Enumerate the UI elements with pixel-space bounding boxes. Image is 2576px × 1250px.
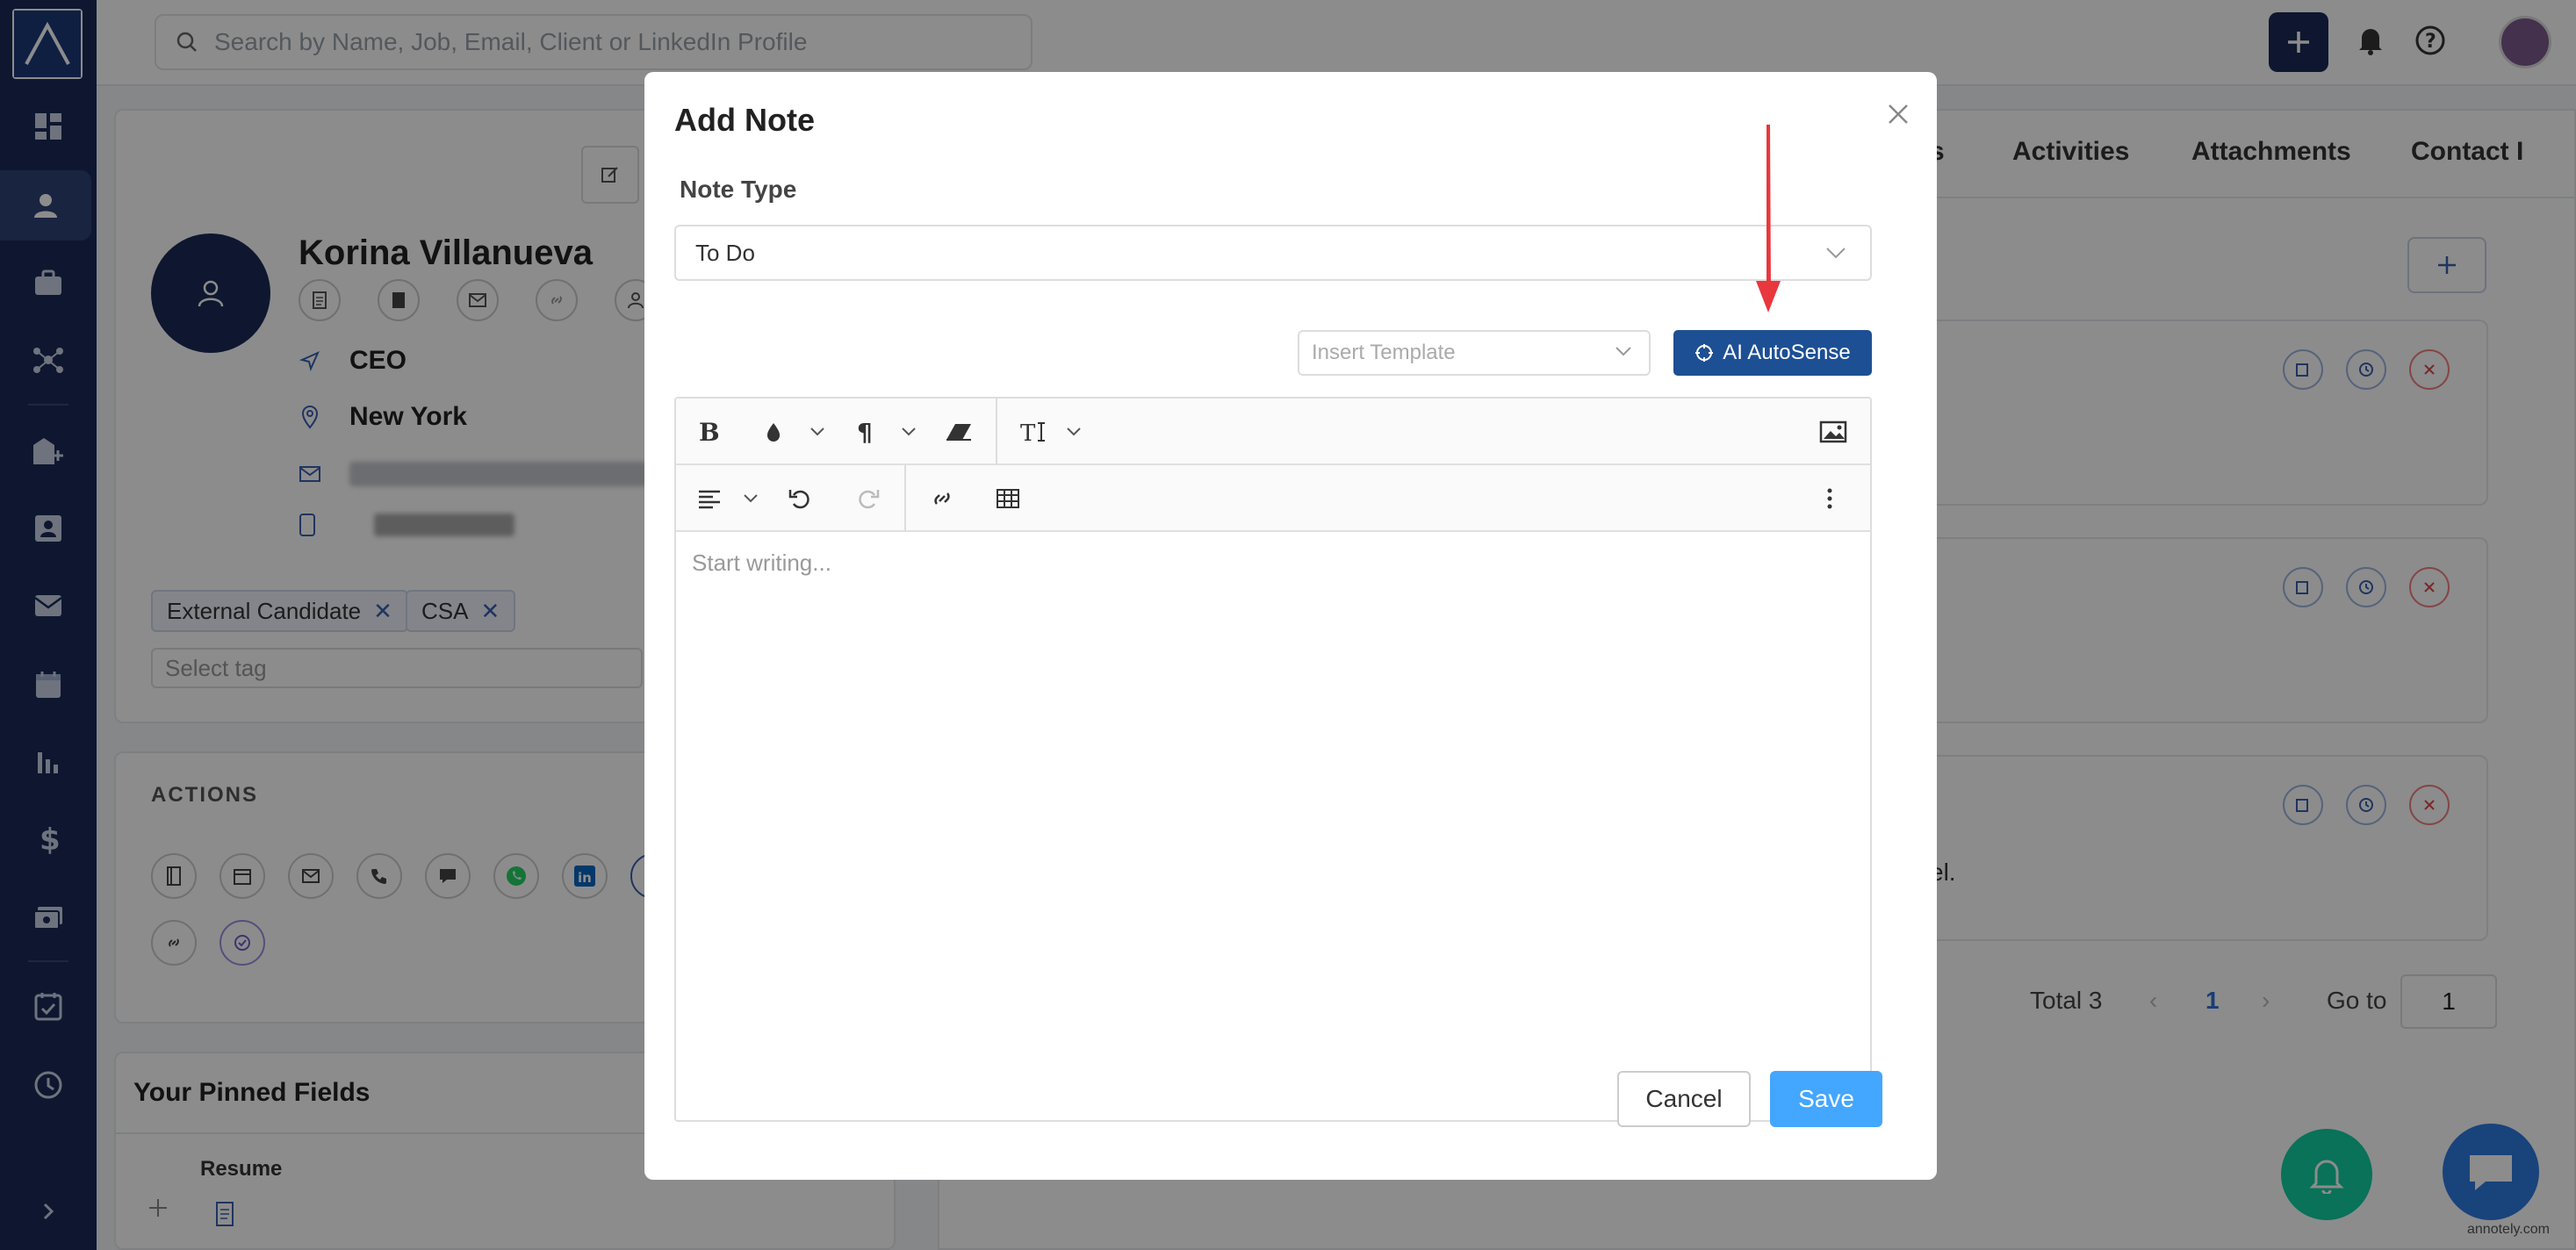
eraser-icon[interactable] <box>945 414 973 449</box>
svg-text:¶: ¶ <box>857 420 873 444</box>
font-size-chevron-down-icon[interactable] <box>1066 414 1082 449</box>
redo-icon[interactable] <box>855 481 880 516</box>
rich-text-editor: B ¶ T Start writing... <box>674 397 1872 1122</box>
paragraph-icon[interactable]: ¶ <box>857 414 874 449</box>
chevron-down-icon <box>1826 248 1846 259</box>
note-type-label: Note Type <box>680 176 797 203</box>
close-icon[interactable] <box>1882 98 1914 130</box>
align-icon[interactable] <box>697 481 722 516</box>
chevron-down-icon <box>1615 347 1631 356</box>
ai-autosense-button[interactable]: AI AutoSense <box>1673 330 1872 376</box>
crosshair-icon <box>1695 344 1714 362</box>
modal-title: Add Note <box>674 102 815 138</box>
annotation-arrow-icon <box>1756 125 1781 312</box>
save-button[interactable]: Save <box>1770 1071 1882 1127</box>
align-chevron-down-icon[interactable] <box>743 481 759 516</box>
svg-text:B: B <box>699 420 718 444</box>
note-type-select[interactable]: To Do <box>674 225 1872 281</box>
ai-autosense-label: AI AutoSense <box>1723 341 1851 364</box>
font-size-icon[interactable]: T <box>1020 414 1048 449</box>
insert-table-icon[interactable] <box>996 481 1020 516</box>
insert-link-icon[interactable] <box>929 481 955 516</box>
undo-icon[interactable] <box>788 481 813 516</box>
cancel-button[interactable]: Cancel <box>1617 1071 1751 1127</box>
color-chevron-down-icon[interactable] <box>809 414 825 449</box>
text-color-drop-icon[interactable] <box>764 414 783 449</box>
insert-image-icon[interactable] <box>1819 414 1847 449</box>
editor-content-area[interactable]: Start writing... <box>692 550 831 577</box>
insert-template-select[interactable]: Insert Template <box>1298 330 1651 376</box>
svg-text:T: T <box>1020 420 1036 444</box>
paragraph-chevron-down-icon[interactable] <box>901 414 917 449</box>
add-note-modal: Add Note Note Type To Do Insert Template… <box>644 72 1937 1180</box>
template-placeholder: Insert Template <box>1312 341 1456 364</box>
editor-toolbar-row-2 <box>676 465 1870 532</box>
editor-toolbar-row-1: B ¶ T <box>676 399 1870 465</box>
note-type-value: To Do <box>695 239 755 266</box>
more-options-icon[interactable] <box>1826 481 1833 516</box>
bold-icon[interactable]: B <box>697 414 718 449</box>
